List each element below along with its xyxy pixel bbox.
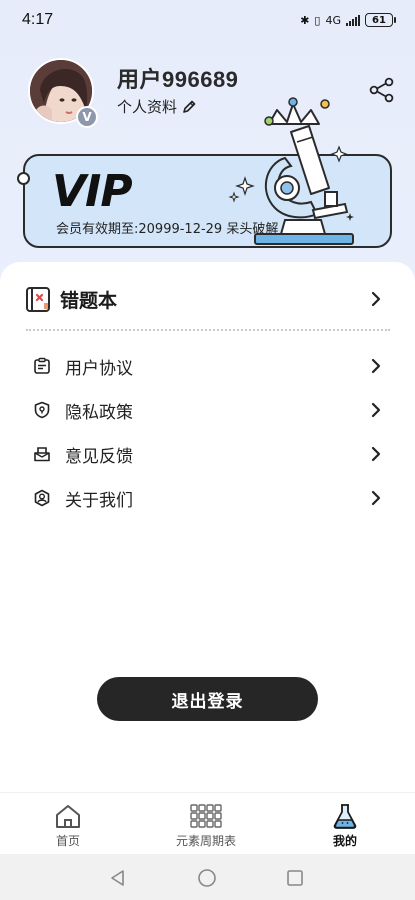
tab-home[interactable]: 首页 xyxy=(54,803,82,849)
chevron-right-icon xyxy=(371,291,381,307)
signal-icon xyxy=(346,14,360,26)
microscope-illustration-icon xyxy=(228,97,354,245)
home-icon xyxy=(56,805,80,828)
menu-item-feedback[interactable]: 意见反馈 xyxy=(33,439,390,469)
system-navigation-bar xyxy=(0,854,415,900)
edit-pencil-icon xyxy=(183,100,196,113)
vip-badge: V xyxy=(76,106,98,128)
chevron-right-icon xyxy=(371,358,381,374)
recents-icon[interactable] xyxy=(285,868,305,888)
status-icons: ✱ ▯ 4G 61 xyxy=(300,13,396,27)
flask-icon xyxy=(333,804,357,829)
bottom-tab-bar: 首页 元素周期表 我的 xyxy=(0,792,415,854)
battery-indicator: 61 xyxy=(365,13,396,27)
about-user-icon xyxy=(34,489,50,507)
vip-logo: VIP xyxy=(52,166,133,217)
status-bar: 4:17 ✱ ▯ 4G 61 xyxy=(0,0,415,40)
wrong-book-entry[interactable]: 错题本 xyxy=(24,282,390,316)
tab-label: 元素周期表 xyxy=(176,834,237,848)
menu-item-user-agreement[interactable]: 用户协议 xyxy=(33,351,390,381)
grid-icon xyxy=(190,804,222,828)
tab-periodic-table[interactable]: 元素周期表 xyxy=(176,803,236,849)
chevron-right-icon xyxy=(371,402,381,418)
bluetooth-icon: ✱ xyxy=(300,13,310,27)
tab-mine[interactable]: 我的 xyxy=(332,803,358,849)
chevron-right-icon xyxy=(371,446,381,462)
divider xyxy=(26,329,390,331)
profile-link-label: 个人资料 xyxy=(117,98,178,116)
back-icon[interactable] xyxy=(108,868,128,888)
menu-item-label: 关于我们 xyxy=(65,490,133,511)
menu-item-label: 意见反馈 xyxy=(65,446,133,467)
vip-card-dot xyxy=(17,172,30,185)
network-type: 4G xyxy=(325,13,341,27)
vibrate-icon: ▯ xyxy=(314,13,321,27)
menu-item-label: 用户协议 xyxy=(65,358,133,379)
status-time: 4:17 xyxy=(22,11,54,28)
document-icon xyxy=(34,357,50,374)
menu-item-about-us[interactable]: 关于我们 xyxy=(33,483,390,513)
menu-item-privacy-policy[interactable]: 隐私政策 xyxy=(33,395,390,425)
chevron-right-icon xyxy=(371,490,381,506)
wrong-book-label: 错题本 xyxy=(60,289,118,312)
tab-label: 首页 xyxy=(55,834,80,848)
logout-button[interactable]: 退出登录 xyxy=(97,677,318,721)
shield-icon xyxy=(34,401,50,419)
wrong-book-icon xyxy=(26,287,50,312)
home-circle-icon[interactable] xyxy=(197,868,217,888)
menu-item-label: 隐私政策 xyxy=(65,402,133,423)
profile-edit-link[interactable]: 个人资料 xyxy=(117,96,197,117)
username: 用户996689 xyxy=(117,67,239,92)
tab-label: 我的 xyxy=(332,834,357,848)
feedback-icon xyxy=(34,447,50,462)
